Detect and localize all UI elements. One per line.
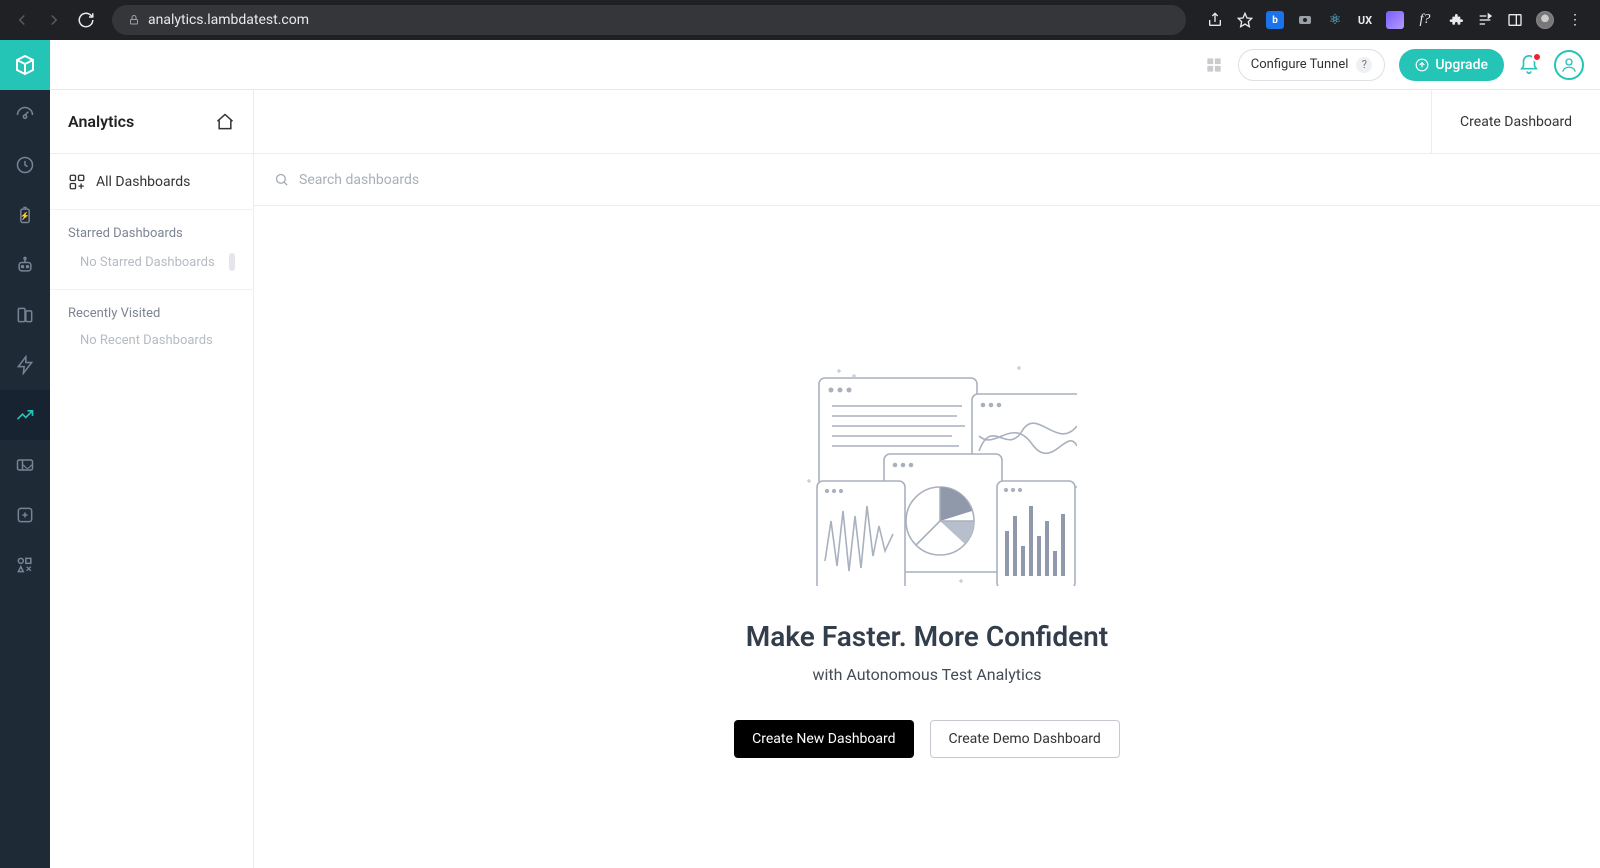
search-row <box>254 154 1600 206</box>
starred-empty-text: No Starred Dashboards <box>80 255 215 270</box>
empty-state: Make Faster. More Confident with Autonom… <box>254 206 1600 868</box>
sidebar-title: Analytics <box>68 112 134 131</box>
ext-icon-media[interactable] <box>1476 11 1494 29</box>
recent-empty-row: No Recent Dashboards <box>50 329 253 360</box>
notifications-icon[interactable] <box>1518 54 1540 76</box>
app-header: Configure Tunnel ? Upgrade <box>50 40 1600 90</box>
browser-url-bar[interactable]: analytics.lambdatest.com <box>112 5 1186 35</box>
star-icon[interactable] <box>1236 11 1254 29</box>
create-dashboard-link[interactable]: Create Dashboard <box>1431 90 1600 153</box>
ext-icon-2[interactable] <box>1296 11 1314 29</box>
svg-text:⚡: ⚡ <box>20 211 29 220</box>
browser-url-text: analytics.lambdatest.com <box>148 12 309 28</box>
browser-back-button[interactable] <box>10 8 34 32</box>
empty-headline: Make Faster. More Confident <box>746 620 1108 653</box>
browser-forward-button[interactable] <box>42 8 66 32</box>
ext-icon-react[interactable]: ⚛ <box>1326 11 1344 29</box>
sidebar-header: Analytics <box>50 90 253 154</box>
rail-analytics-icon[interactable] <box>0 390 50 440</box>
rail-clock-icon[interactable] <box>0 140 50 190</box>
all-dashboards-label: All Dashboards <box>96 174 190 190</box>
rail-lightning-icon[interactable] <box>0 340 50 390</box>
content-area: Create Dashboard <box>254 90 1600 868</box>
search-icon <box>274 172 289 187</box>
rail-battery-icon[interactable]: ⚡ <box>0 190 50 240</box>
content-top-bar: Create Dashboard <box>254 90 1600 154</box>
rail-robot-icon[interactable] <box>0 240 50 290</box>
configure-tunnel-button[interactable]: Configure Tunnel ? <box>1238 49 1386 81</box>
rail-add-icon[interactable] <box>0 490 50 540</box>
ext-icon-ux[interactable]: UX <box>1356 11 1374 29</box>
recent-section-label: Recently Visited <box>50 290 253 329</box>
share-icon[interactable] <box>1206 11 1224 29</box>
rail-devices-icon[interactable] <box>0 290 50 340</box>
rail-container-icon[interactable] <box>0 440 50 490</box>
search-input[interactable] <box>299 172 599 188</box>
scrollbar-handle[interactable] <box>229 253 235 271</box>
create-demo-dashboard-button[interactable]: Create Demo Dashboard <box>930 720 1120 758</box>
browser-profile-avatar[interactable] <box>1536 11 1554 29</box>
ext-icon-1[interactable]: b <box>1266 11 1284 29</box>
recent-empty-text: No Recent Dashboards <box>80 333 213 348</box>
browser-menu-icon[interactable]: ⋮ <box>1566 11 1584 29</box>
browser-extension-tray: b ⚛ UX f? ⋮ <box>1200 11 1590 29</box>
home-icon[interactable] <box>215 112 235 132</box>
extensions-icon[interactable] <box>1446 11 1464 29</box>
lock-icon <box>128 14 140 26</box>
empty-subtitle: with Autonomous Test Analytics <box>812 665 1041 684</box>
starred-section-label: Starred Dashboards <box>50 210 253 249</box>
upgrade-arrow-icon <box>1415 58 1429 72</box>
ext-icon-f[interactable]: f? <box>1416 11 1434 29</box>
create-new-dashboard-button[interactable]: Create New Dashboard <box>734 720 913 758</box>
analytics-sidebar: Analytics All Dashboards Starred Dashboa… <box>50 90 254 868</box>
ext-icon-purple[interactable] <box>1386 11 1404 29</box>
all-dashboards-link[interactable]: All Dashboards <box>50 154 253 210</box>
rail-dashboard-icon[interactable] <box>0 90 50 140</box>
browser-reload-button[interactable] <box>74 8 98 32</box>
notification-dot <box>1532 52 1542 62</box>
empty-actions: Create New Dashboard Create Demo Dashboa… <box>734 720 1120 758</box>
apps-grid-icon[interactable] <box>1204 55 1224 75</box>
upgrade-button[interactable]: Upgrade <box>1399 49 1504 81</box>
upgrade-label: Upgrade <box>1435 57 1488 73</box>
rail-shapes-icon[interactable] <box>0 540 50 590</box>
dashboards-grid-icon <box>68 173 86 191</box>
nav-rail: ⚡ <box>0 40 50 868</box>
create-dashboard-label: Create Dashboard <box>1460 114 1572 130</box>
configure-tunnel-label: Configure Tunnel <box>1251 57 1349 72</box>
help-icon: ? <box>1356 57 1372 73</box>
app-logo[interactable] <box>0 40 50 90</box>
ext-icon-panel[interactable] <box>1506 11 1524 29</box>
empty-illustration <box>777 356 1077 586</box>
user-avatar[interactable] <box>1554 50 1584 80</box>
starred-empty-row: No Starred Dashboards <box>50 249 253 283</box>
browser-chrome: analytics.lambdatest.com b ⚛ UX f? ⋮ <box>0 0 1600 40</box>
